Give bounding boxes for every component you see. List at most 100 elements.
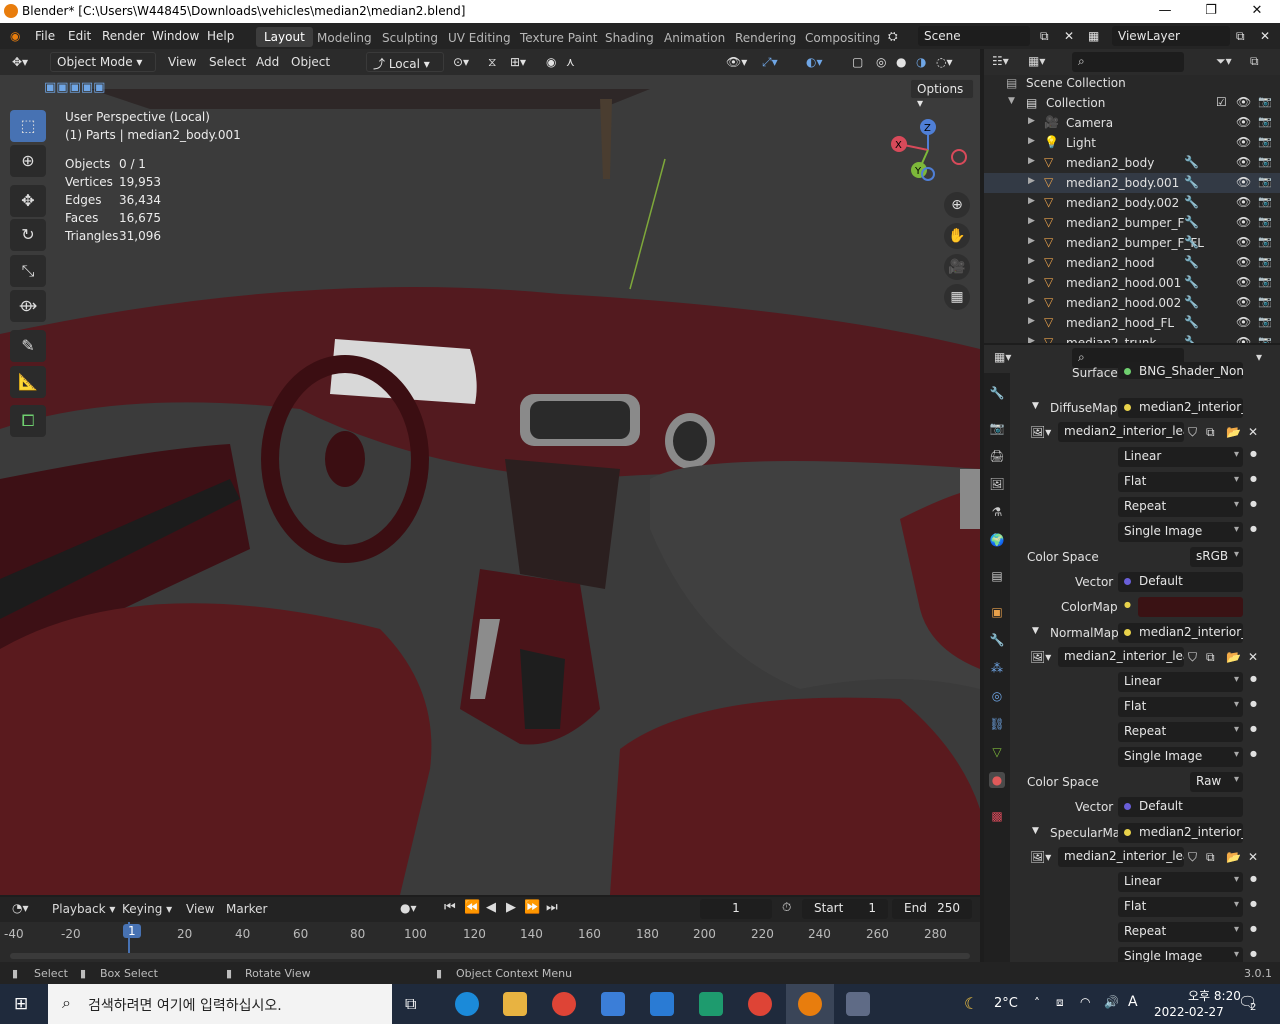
render-icon[interactable]: 📷: [1258, 215, 1272, 228]
outliner-item[interactable]: ▶ 🎥 Camera 👁 📷: [984, 113, 1280, 133]
expand-icon[interactable]: ▶: [1028, 156, 1035, 166]
app-2-icon[interactable]: [846, 992, 870, 1016]
select-mode-buttons[interactable]: ▣▣▣▣▣: [44, 80, 144, 98]
jump-start-icon[interactable]: ⏮: [444, 900, 456, 915]
render-icon[interactable]: 📷: [1258, 155, 1272, 168]
chrome-icon[interactable]: [552, 992, 576, 1016]
current-frame-field[interactable]: 1: [700, 899, 772, 919]
camera-view-icon[interactable]: 🎥: [944, 254, 970, 280]
task-view-icon[interactable]: ⧉: [405, 994, 416, 1014]
measure-tool[interactable]: 📐: [10, 366, 46, 398]
eye-icon[interactable]: 👁: [1236, 155, 1251, 169]
close-button[interactable]: ✕: [1234, 0, 1280, 23]
checkbox-icon[interactable]: ☑: [1216, 95, 1227, 109]
texture-tab-icon[interactable]: ▩: [989, 808, 1005, 824]
modifier-icon[interactable]: 🔧: [1184, 255, 1199, 269]
eye-icon[interactable]: 👁: [1236, 175, 1251, 189]
outliner-item[interactable]: ▶ ▽ median2_bumper_F 🔧 👁 📷: [984, 213, 1280, 233]
clock-time[interactable]: 오후 8:20: [1188, 987, 1241, 1004]
expand-icon[interactable]: ▶: [1028, 316, 1035, 326]
unlink-icon[interactable]: ✕: [1248, 650, 1258, 664]
proj-dropdown[interactable]: Flat ▾: [1118, 472, 1243, 492]
eye-icon[interactable]: 👁: [1236, 255, 1251, 269]
ime-indicator[interactable]: A: [1128, 994, 1138, 1010]
expand-icon[interactable]: ▶: [1028, 276, 1035, 286]
image-name-field[interactable]: median2_interior_lea...: [1058, 422, 1184, 442]
timeline-editor-icon[interactable]: ◔▾: [12, 901, 29, 915]
minimize-button[interactable]: —: [1142, 0, 1188, 23]
texture-link-field[interactable]: median2_interior_l...: [1118, 823, 1243, 843]
texture-link-field[interactable]: median2_interior_l...: [1118, 398, 1243, 418]
temperature[interactable]: 2°C: [994, 996, 1018, 1011]
snap-target-icon[interactable]: ⊞▾: [510, 55, 526, 69]
next-keyframe-icon[interactable]: ⏩: [524, 900, 540, 915]
ext-dropdown[interactable]: Repeat ▾: [1118, 497, 1243, 517]
outliner-item[interactable]: ▶ ▽ median2_body 🔧 👁 📷: [984, 153, 1280, 173]
vector-field[interactable]: Default: [1118, 797, 1243, 817]
render-icon[interactable]: 📷: [1258, 195, 1272, 208]
scale-tool[interactable]: ⤡: [10, 255, 46, 287]
section-expand-icon[interactable]: ▼: [1032, 401, 1039, 411]
cursor-tool[interactable]: ⊕: [10, 145, 46, 177]
src-dropdown[interactable]: Single Image ▾: [1118, 522, 1243, 542]
start-frame-field[interactable]: Start 1: [802, 899, 888, 919]
eye-icon[interactable]: 👁: [1236, 235, 1251, 249]
outliner-item[interactable]: ▶ ▽ median2_hood.001 🔧 👁 📷: [984, 273, 1280, 293]
ext-dropdown[interactable]: Repeat ▾: [1118, 922, 1243, 942]
eye-icon[interactable]: 👁: [1236, 195, 1251, 209]
world-tab-icon[interactable]: 🌍: [989, 532, 1005, 548]
volume-icon[interactable]: 🔊: [1104, 995, 1119, 1009]
render-icon[interactable]: 📷: [1258, 95, 1272, 108]
navigation-gizmo[interactable]: Z X Y: [885, 115, 975, 185]
end-frame-field[interactable]: End 250: [892, 899, 972, 919]
outliner-item[interactable]: ▶ ▽ median2_hood.002 🔧 👁 📷: [984, 293, 1280, 313]
render-icon[interactable]: 📷: [1258, 295, 1272, 308]
edge-icon[interactable]: [455, 992, 479, 1016]
open-folder-icon[interactable]: 📂: [1226, 650, 1241, 664]
store-icon[interactable]: [601, 992, 625, 1016]
expand-icon[interactable]: ▶: [1028, 136, 1035, 146]
blender-menu-icon[interactable]: ◉: [10, 29, 20, 43]
stopwatch-icon[interactable]: ⏱: [782, 900, 791, 915]
file-explorer-icon[interactable]: [503, 992, 527, 1016]
eye-icon[interactable]: 👁: [1236, 295, 1251, 309]
jump-end-icon[interactable]: ⏭: [546, 900, 558, 915]
fake-user-icon[interactable]: ⛉: [1188, 650, 1197, 665]
transform-tool[interactable]: ⟴: [10, 290, 46, 322]
fake-user-icon[interactable]: ⛉: [1188, 425, 1197, 440]
play-icon[interactable]: ▶: [506, 900, 516, 915]
material-tab-icon[interactable]: ●: [989, 772, 1005, 788]
select-box-tool[interactable]: ⬚: [10, 110, 46, 142]
render-icon[interactable]: 📷: [1258, 335, 1272, 343]
object-tab-icon[interactable]: ▣: [989, 604, 1005, 620]
expand-icon[interactable]: ▶: [1028, 256, 1035, 266]
eye-icon[interactable]: 👁: [1236, 95, 1251, 109]
delete-view-layer-icon[interactable]: ✕: [1260, 29, 1270, 43]
image-name-field[interactable]: median2_interior_lea...: [1058, 647, 1184, 667]
modifier-icon[interactable]: 🔧: [1184, 155, 1199, 169]
expand-icon[interactable]: ▶: [1028, 116, 1035, 126]
tool-tab-icon[interactable]: 🔧: [989, 385, 1005, 401]
collection-tab-icon[interactable]: ▤: [989, 568, 1005, 584]
expand-icon[interactable]: ▶: [1028, 176, 1035, 186]
modifier-icon[interactable]: 🔧: [1184, 235, 1199, 249]
record-icon[interactable]: ●▾: [400, 901, 417, 915]
new-collection-icon[interactable]: ⧉: [1250, 54, 1259, 69]
render-icon[interactable]: 📷: [1258, 275, 1272, 288]
physics-tab-icon[interactable]: ◎: [989, 688, 1005, 704]
mail-icon[interactable]: [650, 992, 674, 1016]
wireframe-shading-icon[interactable]: ◎: [876, 55, 886, 69]
unlink-icon[interactable]: ✕: [1248, 425, 1258, 439]
render-icon[interactable]: 📷: [1258, 235, 1272, 248]
color-space-dropdown[interactable]: sRGB ▾: [1190, 547, 1243, 567]
properties-options-icon[interactable]: ▾: [1256, 350, 1262, 364]
outliner-editor-icon[interactable]: ☷▾: [992, 54, 1009, 68]
material-shading-icon[interactable]: ◑: [916, 55, 926, 69]
filter-icon[interactable]: ⏷▾: [1216, 54, 1232, 69]
outliner-item[interactable]: ▶ ▽ median2_hood 🔧 👁 📷: [984, 253, 1280, 273]
eye-icon[interactable]: 👁: [1236, 215, 1251, 229]
clock-date[interactable]: 2022-02-27: [1154, 1005, 1224, 1019]
delete-scene-icon[interactable]: ✕: [1064, 29, 1074, 43]
tray-chevron-icon[interactable]: ˄: [1034, 996, 1040, 1010]
vector-field[interactable]: Default: [1118, 572, 1243, 592]
